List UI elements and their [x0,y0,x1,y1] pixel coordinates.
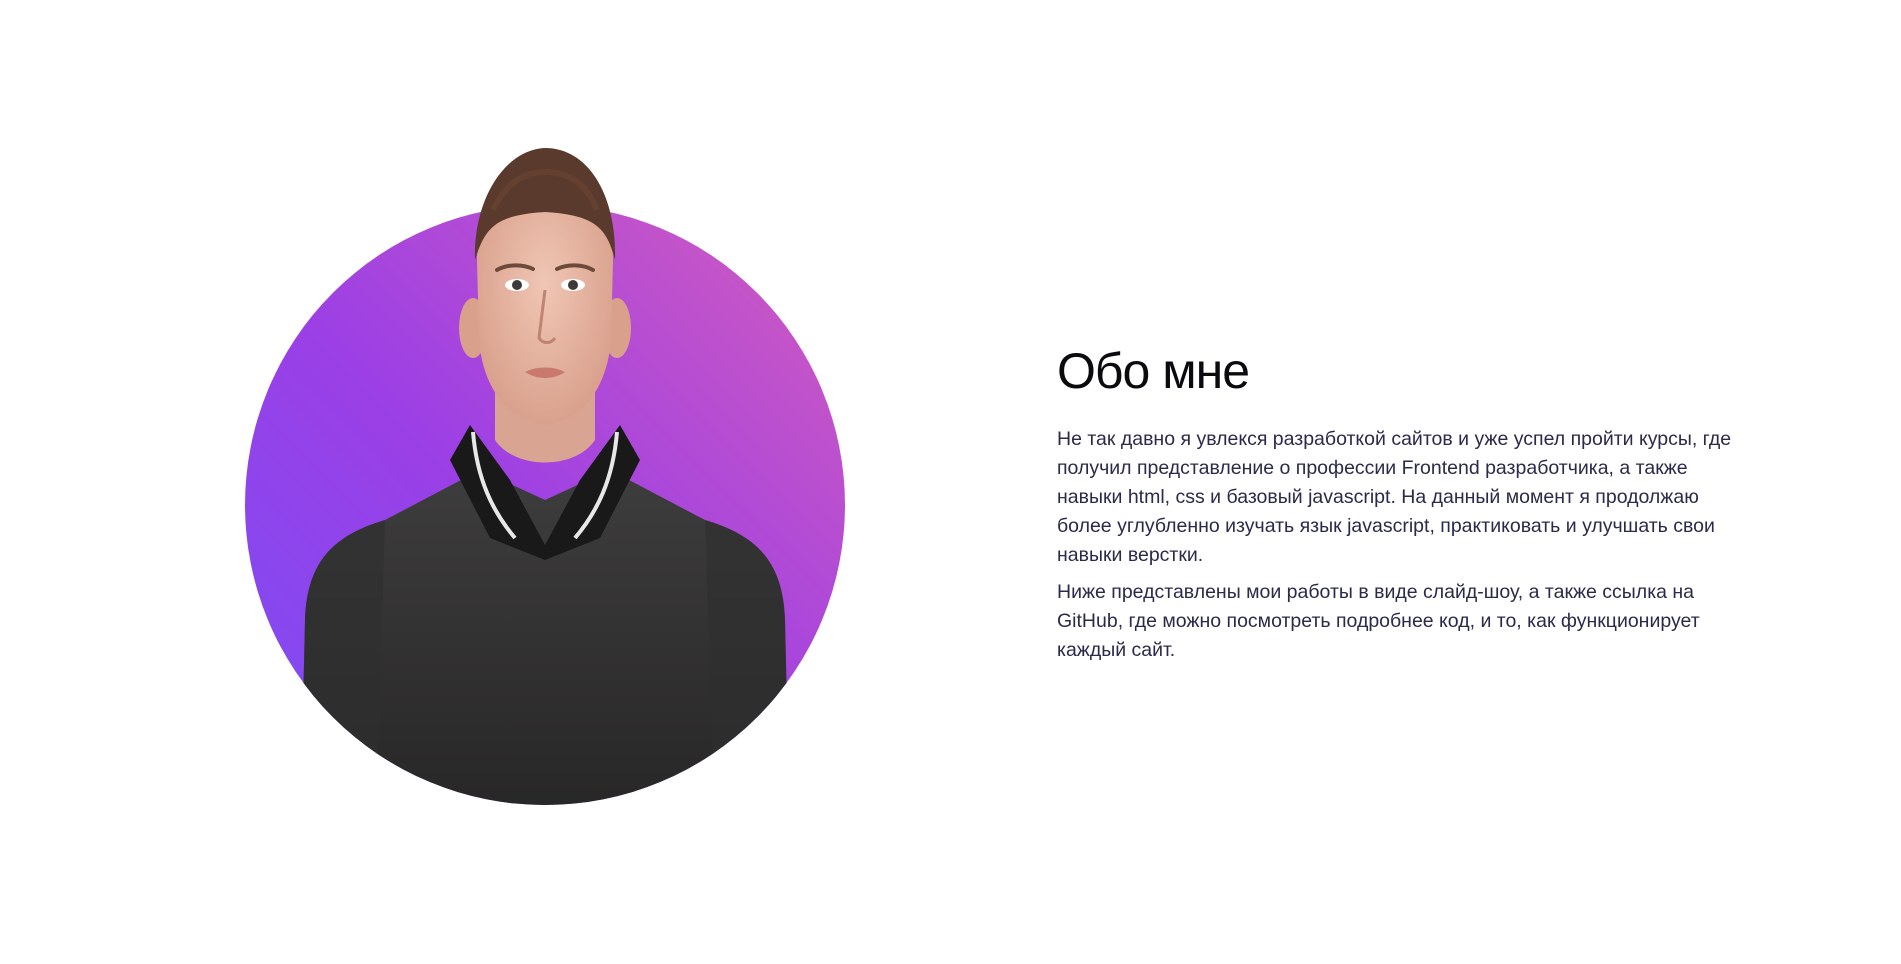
portrait-photo-icon [245,148,845,805]
profile-photo [245,140,845,820]
about-paragraph-1: Не так давно я увлекся разработкой сайто… [1057,428,1732,566]
about-title: Обо мне [1057,343,1250,399]
about-text-block: Обо мне Не так давно я увлекся разработк… [1057,344,1737,673]
about-section: Обо мне Не так давно я увлекся разработк… [0,0,1901,964]
about-paragraph-2: Ниже представлены мои работы в виде слай… [1057,581,1700,661]
